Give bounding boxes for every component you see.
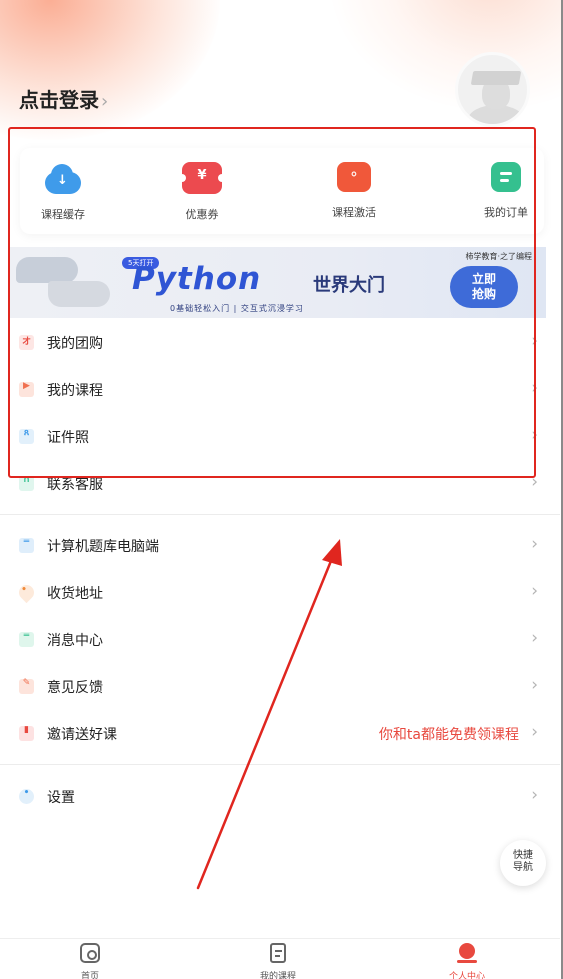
chevron-right-icon: › <box>531 722 538 742</box>
customer-service-icon: ∩ <box>19 475 34 491</box>
shortcut-label: 优惠券 <box>185 208 219 221</box>
invite-icon: ▮ <box>19 725 34 741</box>
shortcut-label: 课程激活 <box>332 206 376 219</box>
menu-item-label: 设置 <box>47 790 75 806</box>
cloud-download-icon: ↓ <box>43 162 83 194</box>
tab-label: 我的课程 <box>259 972 296 979</box>
python-promo-banner[interactable]: 5天打开 柿学教育·之了编程 Python 世界大门 0基础轻松入门 | 交互式… <box>10 247 546 318</box>
menu-item-label: 邀请送好课 <box>47 727 117 743</box>
menu-item-feedback[interactable]: ✎ 意见反馈 › <box>0 663 560 710</box>
menu-item-id-photo[interactable]: ጸ 证件照 › <box>0 413 560 460</box>
section-divider <box>0 764 560 765</box>
graduation-cap-icon <box>470 71 522 85</box>
settings-icon: • <box>19 788 34 804</box>
menu-item-customer-service[interactable]: ∩ 联系客服 › <box>0 460 560 507</box>
tab-label: 个人中心 <box>448 972 485 979</box>
tab-label: 首页 <box>80 972 99 979</box>
chevron-right-icon: › <box>531 425 538 445</box>
menu-item-computer-question-bank[interactable]: ═ 计算机题库电脑端 › <box>0 522 560 569</box>
order-icon <box>491 162 521 192</box>
location-icon: • <box>15 581 38 604</box>
computer-icon: ═ <box>19 537 34 553</box>
banner-title: Python <box>132 261 262 297</box>
invite-promo-note: 你和ta都能免费领课程 <box>378 727 519 743</box>
menu-item-my-courses[interactable]: ▶ 我的课程 › <box>0 366 560 413</box>
banner-subtitle: 世界大门 <box>313 275 385 296</box>
shortcut-label: 课程缓存 <box>41 208 85 221</box>
menu-item-group-buy[interactable]: オ 我的团购 › <box>0 319 560 366</box>
header-glow-left <box>0 0 220 140</box>
bottom-tab-bar: 首页 我的课程 个人中心 <box>0 938 560 979</box>
chevron-right-icon: › <box>531 628 538 648</box>
quick-nav-line-2: 导航 <box>513 862 533 873</box>
banner-cta-button[interactable]: 立即 抢购 <box>450 266 518 308</box>
tab-my-courses[interactable]: 我的课程 <box>233 943 323 979</box>
menu-item-label: 我的团购 <box>47 336 103 352</box>
profile-icon <box>457 943 477 963</box>
shortcut-coupon[interactable]: ¥ 优惠券 <box>157 162 247 222</box>
menu-item-label: 联系客服 <box>47 477 103 493</box>
my-course-icon <box>270 943 286 963</box>
menu-item-label: 意见反馈 <box>47 680 103 696</box>
chevron-right-icon: › <box>531 331 538 351</box>
menu-item-message-center[interactable]: ═ 消息中心 › <box>0 616 560 663</box>
quick-nav-line-1: 快捷 <box>513 850 533 861</box>
menu-item-label: 收货地址 <box>47 586 103 602</box>
python-logo-icon <box>16 257 78 283</box>
banner-tagline: 0基础轻松入门 | 交互式沉浸学习 <box>170 304 304 313</box>
chevron-right-icon: › <box>531 785 538 805</box>
menu-item-shipping-address[interactable]: • 收货地址 › <box>0 569 560 616</box>
cta-line-2: 抢购 <box>471 287 496 301</box>
menu-item-settings[interactable]: • 设置 › <box>0 773 560 820</box>
quick-nav-button[interactable]: 快捷 导航 <box>500 840 546 886</box>
shortcut-label: 我的订单 <box>484 206 528 219</box>
login-link[interactable]: 点击登录 › <box>19 84 108 113</box>
shortcuts-card: ↓ 课程缓存 ¥ 优惠券 ⚬ 课程激活 我的订单 <box>20 148 544 234</box>
home-icon <box>80 943 100 963</box>
section-divider <box>0 514 560 515</box>
python-logo-icon-part <box>48 281 110 307</box>
avatar[interactable] <box>455 52 530 127</box>
course-icon: ▶ <box>19 381 34 397</box>
menu-item-label: 证件照 <box>47 430 89 446</box>
shortcut-activate[interactable]: ⚬ 课程激活 <box>309 162 399 220</box>
banner-brand: 柿学教育·之了编程 <box>465 252 532 261</box>
tab-profile[interactable]: 个人中心 <box>422 943 512 979</box>
id-photo-icon: ጸ <box>19 428 34 444</box>
menu-item-invite[interactable]: ▮ 邀请送好课 你和ta都能免费领课程 › <box>0 710 560 757</box>
chevron-right-icon: › <box>531 378 538 398</box>
feedback-icon: ✎ <box>19 678 34 694</box>
login-label: 点击登录 <box>19 88 99 112</box>
group-buy-icon: オ <box>19 335 34 350</box>
chevron-right-icon: › <box>531 675 538 695</box>
profile-page: 点击登录 › ↓ 课程缓存 ¥ 优惠券 ⚬ 课程激活 我的订单 5天打开 柿学教… <box>0 0 563 979</box>
menu-item-label: 消息中心 <box>47 633 103 649</box>
menu-item-label: 计算机题库电脑端 <box>47 539 159 555</box>
cta-line-1: 立即 <box>471 272 496 286</box>
shortcut-course-cache[interactable]: ↓ 课程缓存 <box>18 162 108 222</box>
chevron-right-icon: › <box>531 534 538 554</box>
tab-home[interactable]: 首页 <box>45 943 135 979</box>
shortcut-orders[interactable]: 我的订单 <box>461 162 551 220</box>
chevron-right-icon: › <box>531 581 538 601</box>
chevron-right-icon: › <box>531 472 538 492</box>
coupon-icon: ¥ <box>178 162 226 194</box>
chevron-right-icon: › <box>101 91 109 112</box>
activate-icon: ⚬ <box>337 162 371 192</box>
message-icon: ═ <box>19 631 34 647</box>
menu-item-label: 我的课程 <box>47 383 103 399</box>
